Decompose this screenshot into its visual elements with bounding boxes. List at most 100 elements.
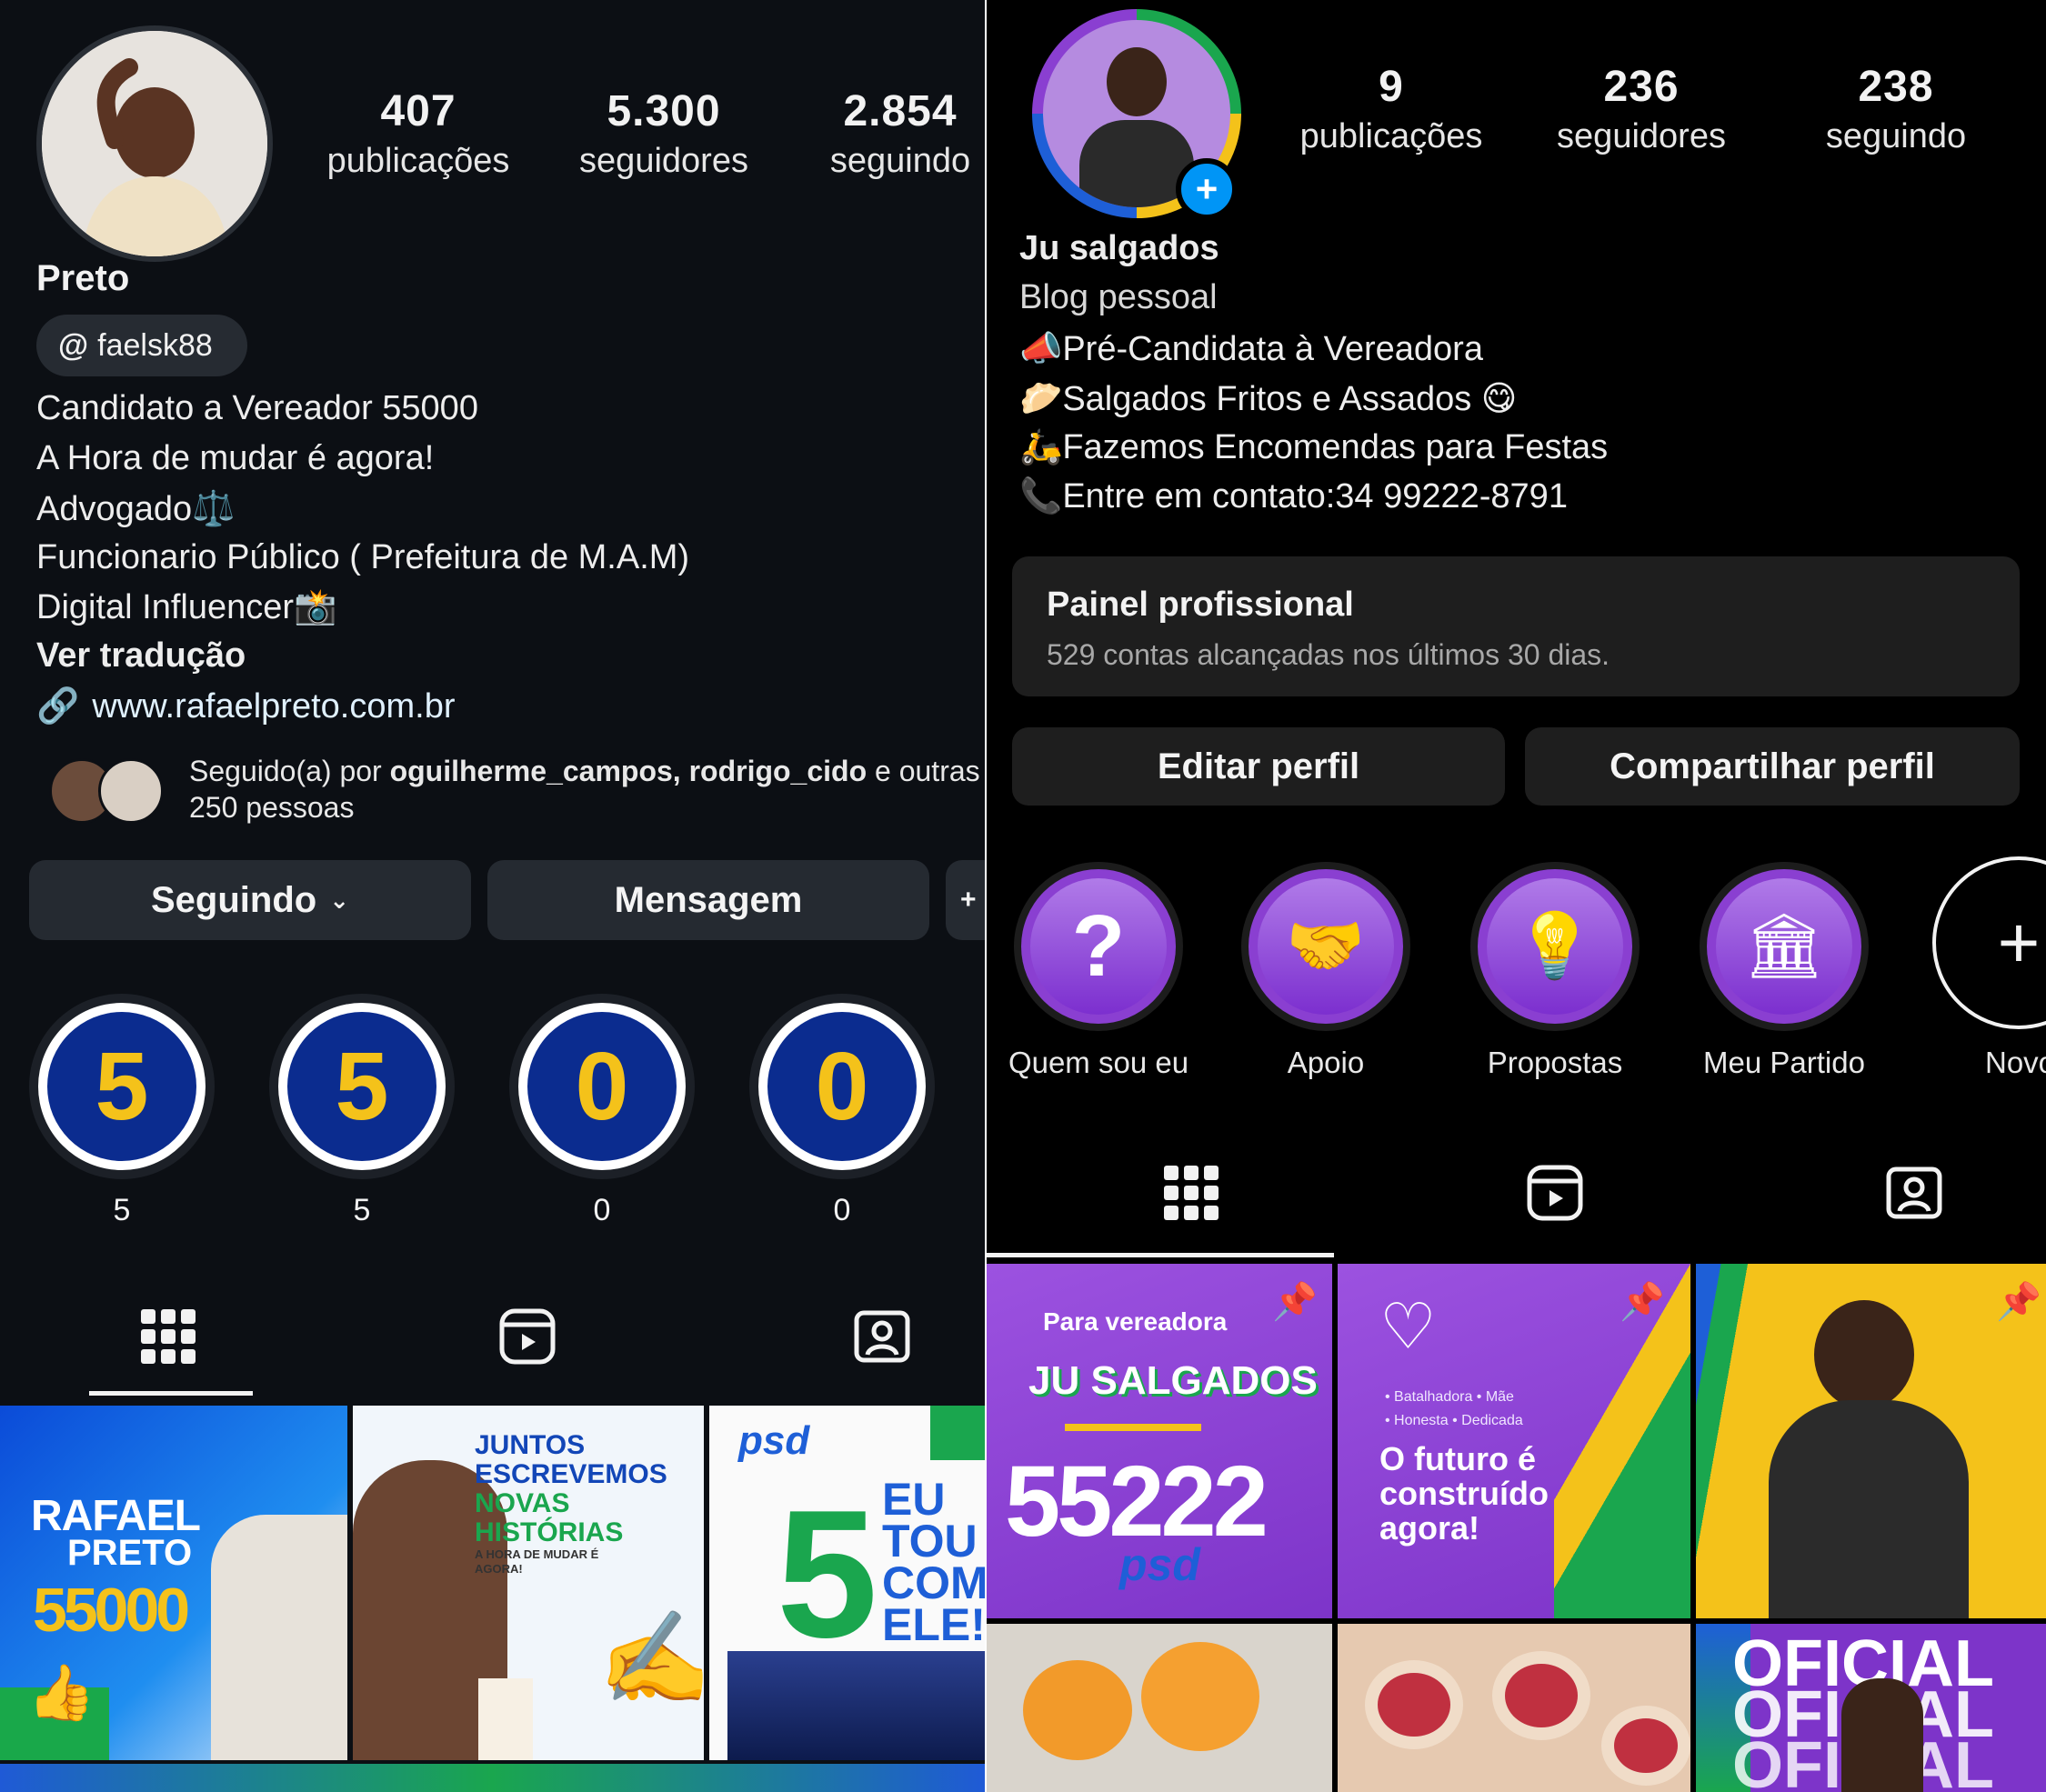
highlight-meu-partido[interactable]: 🏛 <box>1700 862 1869 1031</box>
profile-avatar[interactable] <box>36 25 273 262</box>
post-tile[interactable]: 📌 <box>1696 1264 2046 1618</box>
building-icon: 🏛 <box>1716 878 1852 1015</box>
post-text-line: A HORA DE MUDAR É AGORA! <box>475 1547 599 1576</box>
followed-by-text[interactable]: Seguido(a) por oguilherme_campos, rodrig… <box>189 753 980 826</box>
post-tile[interactable] <box>987 1624 1332 1792</box>
next-row-tiles <box>0 1764 985 1792</box>
highlight-0[interactable]: 0 <box>749 994 935 1179</box>
followed-by-count: 250 pessoas <box>189 791 355 824</box>
post-tile[interactable]: OFICIAL OFICIAL OFICIAL <box>1696 1624 2046 1792</box>
highlight-ring: 🤝 <box>1249 869 1403 1024</box>
grid-icon <box>1164 1166 1219 1220</box>
highlight-label: Meu Partido <box>1703 1046 1865 1079</box>
following-number: 238 <box>1858 63 1934 111</box>
post-text-line: ESCREVEMOS <box>475 1459 667 1489</box>
tab-grid[interactable] <box>127 1300 209 1373</box>
highlight-quem-sou-eu[interactable]: ? <box>1014 862 1183 1031</box>
dashboard-title: Painel profissional <box>1047 586 1354 624</box>
followers-number: 236 <box>1603 63 1680 111</box>
see-translation-link[interactable]: Ver tradução <box>36 636 246 676</box>
divider-bar <box>1065 1424 1201 1431</box>
bio-text: Salgados Fritos e Assados 😋 <box>1062 380 1518 418</box>
followers-count[interactable]: 236 seguidores <box>1532 62 1750 156</box>
highlight-label: Novo <box>1985 1046 2046 1079</box>
professional-dashboard[interactable]: Painel profissional 529 contas alcançada… <box>1012 556 2020 696</box>
bio-line: Candidato a Vereador 55000 <box>36 389 478 427</box>
shirt-shape <box>478 1678 533 1760</box>
dumpling-icon: 🥟 <box>1019 380 1063 418</box>
highlight-label: Quem sou eu <box>1008 1046 1189 1079</box>
following-count[interactable]: 2.854 seguindo <box>791 86 985 181</box>
tab-tagged[interactable] <box>841 1300 923 1373</box>
post-tile[interactable]: psd 5 EU TOU COM ELE! <box>709 1406 985 1760</box>
post-text: JU SALGADOS <box>1028 1358 1318 1403</box>
bio-text: Entre em contato:34 99222-8791 <box>1062 477 1568 516</box>
post-text-line: JUNTOS <box>475 1430 586 1460</box>
add-person-button[interactable]: + <box>946 860 985 940</box>
highlight-5[interactable]: 5 <box>29 994 215 1179</box>
highlight-propostas[interactable]: 💡 <box>1470 862 1640 1031</box>
following-number: 2.854 <box>843 87 958 135</box>
post-text-line: HISTÓRIAS <box>475 1517 624 1547</box>
tab-reels[interactable] <box>1514 1156 1596 1229</box>
threads-icon: @ <box>58 327 89 363</box>
message-button[interactable]: Mensagem <box>487 860 929 940</box>
bio-line: Funcionario Público ( Prefeitura de M.A.… <box>36 538 690 576</box>
person-photo <box>211 1515 347 1760</box>
following-count[interactable]: 238 seguindo <box>1787 62 2005 156</box>
highlight-5[interactable]: 5 <box>269 994 455 1179</box>
threads-badge[interactable]: @ faelsk88 <box>36 315 247 376</box>
highlight-apoio[interactable]: 🤝 <box>1241 862 1410 1031</box>
person-photo <box>1841 1678 1923 1792</box>
followers-count[interactable]: 5.300 seguidores <box>555 86 773 181</box>
candidates-photo <box>727 1651 985 1760</box>
profile-category: Blog pessoal <box>1019 278 1218 316</box>
post-text: Para vereadora <box>1043 1307 1228 1336</box>
mutual-followers-avatars[interactable] <box>49 753 167 824</box>
post-tile[interactable]: JUNTOS ESCREVEMOS NOVAS HISTÓRIAS A HORA… <box>353 1406 704 1760</box>
link-icon: 🔗 <box>36 687 80 726</box>
highlight-ring: 5 <box>278 1003 446 1170</box>
highlight-label: 5 <box>113 1193 131 1227</box>
following-button[interactable]: Seguindo ⌄ <box>29 860 471 940</box>
question-icon: ? <box>1030 878 1167 1015</box>
edit-profile-label: Editar perfil <box>1157 746 1360 786</box>
highlight-digit: 0 <box>527 1012 677 1161</box>
share-profile-button[interactable]: Compartilhar perfil <box>1525 727 2020 806</box>
chevron-down-icon: ⌄ <box>329 886 349 914</box>
bio-line: 📣Pré-Candidata à Vereadora <box>1019 329 1483 369</box>
plus-icon: + <box>1997 902 2041 983</box>
post-text: 55000 <box>33 1576 190 1645</box>
highlight-digit: 0 <box>767 1012 917 1161</box>
posts-label: publicações <box>1299 117 1483 155</box>
website-link[interactable]: 🔗 www.rafaelpreto.com.br <box>36 686 455 726</box>
flag-corner <box>930 1406 985 1460</box>
posts-label: publicações <box>326 142 510 180</box>
highlight-label: 0 <box>593 1193 611 1227</box>
active-tab-indicator <box>89 1391 253 1396</box>
food-photo <box>1365 1660 1463 1749</box>
food-photo <box>1141 1642 1259 1751</box>
followers-label: seguidores <box>579 142 748 180</box>
posts-count[interactable]: 9 publicações <box>1282 62 1500 156</box>
highlight-0[interactable]: 0 <box>509 994 695 1179</box>
post-tile[interactable]: ♡ • Batalhadora • Mãe • Honesta • Dedica… <box>1338 1264 1690 1618</box>
profile-name: Ju salgados <box>1019 229 1219 267</box>
add-story-icon[interactable]: + <box>1176 158 1238 220</box>
avatar <box>98 758 164 824</box>
bio-line: 🛵Fazemos Encomendas para Festas <box>1019 427 1608 467</box>
posts-count[interactable]: 407 publicações <box>309 86 527 181</box>
tab-tagged[interactable] <box>1873 1156 1955 1229</box>
post-tile[interactable]: RAFAEL PRETO 55000 👍 <box>0 1406 347 1760</box>
new-highlight-button[interactable]: + <box>1932 856 2046 1029</box>
edit-profile-button[interactable]: Editar perfil <box>1012 727 1505 806</box>
bio-text: Fazemos Encomendas para Festas <box>1062 428 1609 466</box>
following-label: seguindo <box>1825 117 1967 155</box>
post-tile[interactable] <box>1338 1624 1690 1792</box>
tab-reels[interactable] <box>486 1300 568 1373</box>
post-tile[interactable]: Para vereadora JU SALGADOS 55222 psd 📌 <box>987 1264 1332 1618</box>
person-head <box>1814 1300 1914 1409</box>
bio-line: Advogado⚖️ <box>36 490 236 528</box>
party-logo: psd <box>738 1418 810 1463</box>
tab-grid[interactable] <box>1150 1156 1232 1229</box>
